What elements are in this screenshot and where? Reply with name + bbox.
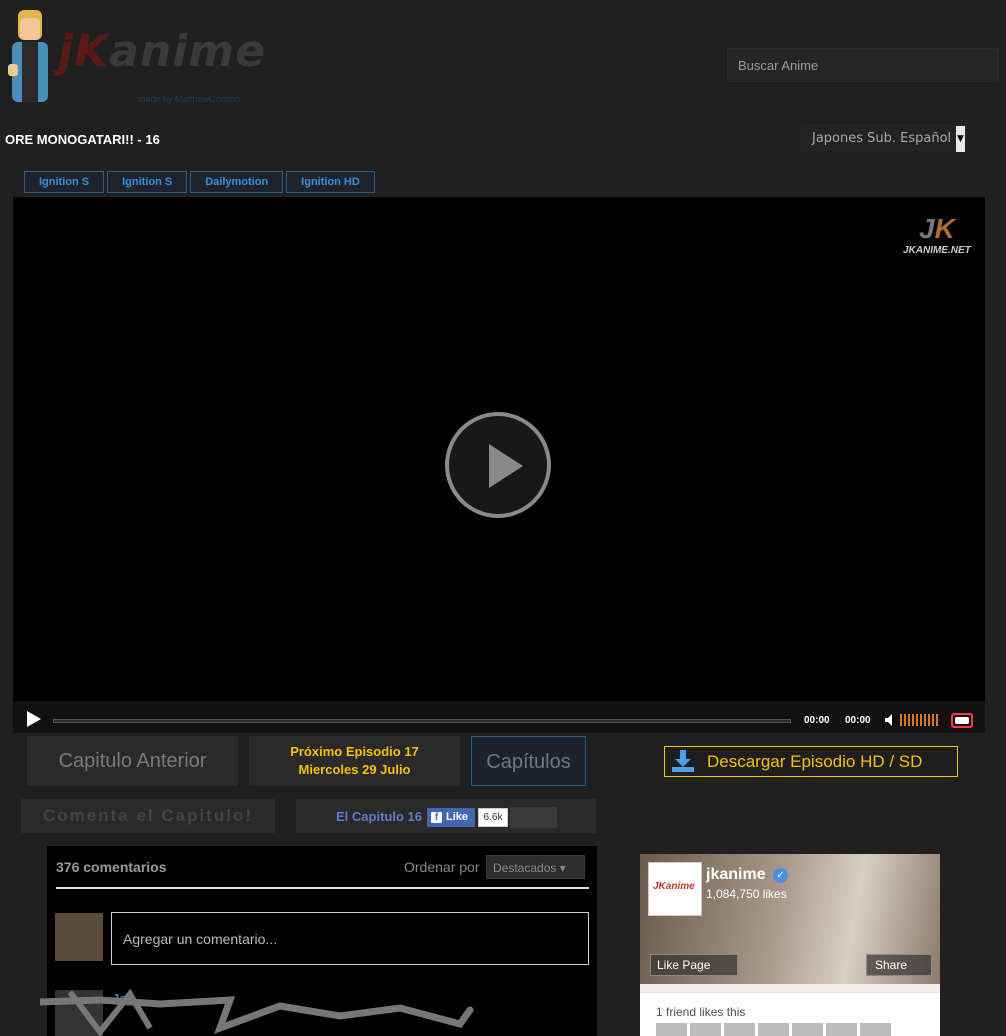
player-controls: 00:00 00:00 (13, 701, 985, 733)
avatar (55, 913, 103, 961)
play-icon[interactable] (27, 711, 41, 727)
logo-j: j (58, 26, 75, 77)
server-tab-dailymotion[interactable]: Dailymotion (190, 171, 284, 193)
page-name[interactable]: jkanime (706, 866, 766, 884)
big-play-button[interactable] (445, 412, 551, 518)
language-select-value: Japones Sub. Español (812, 131, 952, 146)
server-tab-ignition-s-1[interactable]: Ignition S (24, 171, 105, 193)
comment-input[interactable]: Agregar un comentario... (111, 912, 589, 965)
comments-divider (56, 887, 589, 889)
time-total: 00:00 (845, 715, 871, 726)
episode-like-label: El Capitulo 16 (336, 809, 422, 824)
friends-like-text: 1 friend likes this (656, 1005, 746, 1019)
time-current: 00:00 (804, 715, 830, 726)
comment-tab[interactable]: Comenta el Capitulo! (21, 799, 275, 833)
logo-anime: anime (109, 26, 266, 77)
fullscreen-icon[interactable] (951, 713, 973, 728)
logo-credit: made by MatthewCocoon (138, 94, 241, 104)
mascot-logo-icon[interactable] (6, 8, 54, 106)
video-player[interactable]: JK JKANIME.NET 00:00 00:00 (13, 197, 985, 733)
page-avatar[interactable]: JKanime (648, 862, 702, 916)
site-logo[interactable]: jKanime (58, 26, 266, 77)
chevron-down-icon: ▼ (956, 126, 965, 152)
redaction-scribble (40, 988, 474, 1036)
language-select[interactable]: Japones Sub. Español ▼ (801, 125, 966, 152)
episode-title: ORE MONOGATARI!! - 16 (5, 132, 160, 147)
like-thumbnail (510, 807, 557, 828)
server-tab-ignition-s-2[interactable]: Ignition S (107, 171, 188, 193)
watermark-net: JKANIME.NET (903, 245, 971, 256)
chapters-button[interactable]: Capítulos (471, 736, 586, 786)
download-button[interactable]: Descargar Episodio HD / SD (664, 746, 958, 777)
next-episode-line2: Miercoles 29 Julio (298, 762, 411, 777)
server-tab-ignition-hd[interactable]: Ignition HD (286, 171, 375, 193)
previous-chapter-button[interactable]: Capitulo Anterior (27, 736, 238, 786)
download-icon (672, 750, 694, 772)
page-likes: 1,084,750 likes (706, 887, 787, 901)
search-input[interactable]: Buscar Anime (727, 48, 999, 82)
site-header: jKanime made by MatthewCocoon Buscar Ani… (0, 0, 1006, 120)
chevron-down-icon: ▾ (559, 861, 566, 875)
verified-icon: ✓ (773, 868, 788, 883)
sort-select[interactable]: Destacados ▾ (486, 855, 585, 879)
like-page-button[interactable]: Like Page (650, 954, 738, 976)
volume-icon[interactable] (885, 714, 895, 726)
progress-bar[interactable] (53, 719, 791, 723)
next-episode-line1: Próximo Episodio 17 (290, 744, 419, 759)
facebook-like-button[interactable]: f Like (427, 808, 475, 827)
watermark-jk: JK (919, 213, 955, 244)
logo-k: K (74, 26, 110, 77)
comment-count: 376 comentarios (56, 859, 167, 875)
next-episode-info: Próximo Episodio 17 Miercoles 29 Julio (249, 736, 460, 786)
server-tabs: Ignition S Ignition S Dailymotion Igniti… (24, 171, 375, 193)
player-watermark: JK JKANIME.NET (903, 213, 973, 259)
volume-slider[interactable] (900, 714, 938, 726)
friend-avatars (656, 1023, 891, 1036)
sort-label: Ordenar por (404, 859, 480, 875)
download-label: Descargar Episodio HD / SD (707, 752, 923, 771)
facebook-cover: JKanime jkanime ✓ 1,084,750 likes Like P… (640, 854, 940, 984)
friends-like: 1 friend likes this (640, 992, 940, 1036)
facebook-icon: f (431, 812, 442, 823)
facebook-page-widget: JKanime jkanime ✓ 1,084,750 likes Like P… (640, 854, 940, 1036)
share-button[interactable]: Share (866, 954, 932, 976)
facebook-like-count: 6.6k (478, 808, 508, 827)
episode-like-box: El Capitulo 16 f Like 6.6k (296, 799, 596, 833)
